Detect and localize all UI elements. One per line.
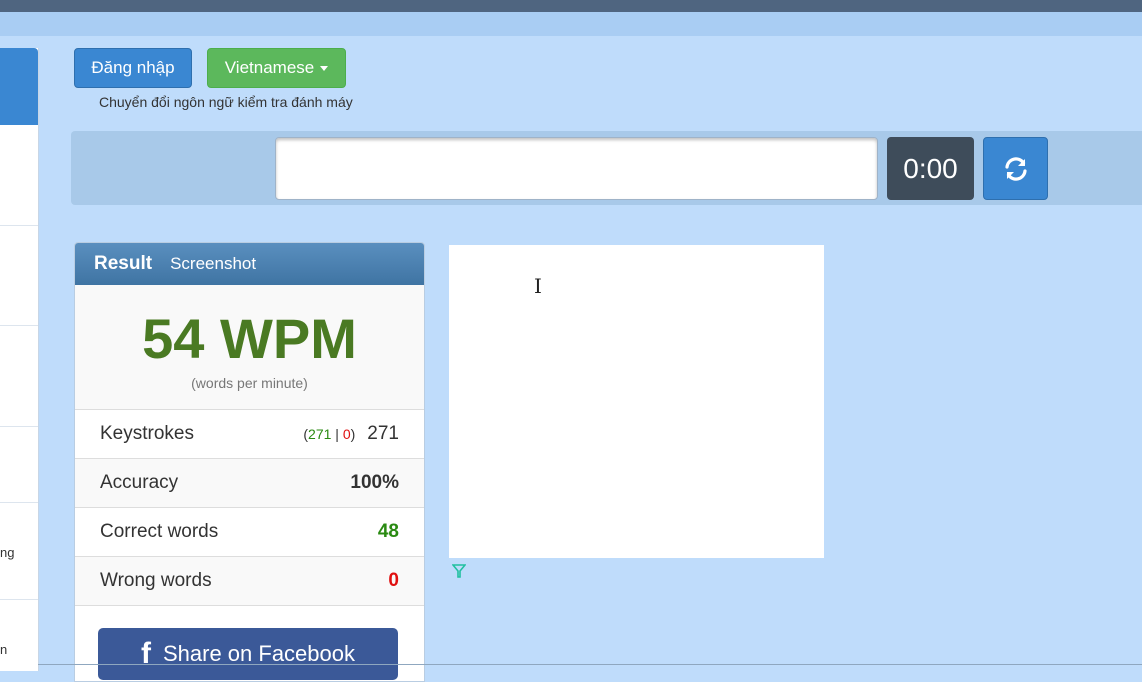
sidebar-divider (0, 325, 38, 326)
keystrokes-wrong: 0 (342, 426, 351, 442)
tab-screenshot[interactable]: Screenshot (170, 254, 256, 274)
tab-result[interactable]: Result (94, 253, 152, 275)
refresh-icon (1004, 156, 1027, 181)
ad-frame[interactable] (449, 245, 824, 558)
accuracy-row: Accuracy 100% (75, 459, 424, 508)
sidebar-text-fragment[interactable]: n (0, 642, 7, 657)
browser-top-bar (0, 0, 1142, 12)
keystrokes-row: Keystrokes (271 | 0) 271 (75, 410, 424, 459)
sidebar-divider (0, 599, 38, 600)
language-dropdown-button[interactable]: Vietnamese (207, 48, 346, 88)
wrong-words-label: Wrong words (100, 570, 212, 591)
caret-down-icon (320, 65, 329, 71)
keystrokes-total: 271 (367, 423, 399, 444)
text-cursor-icon: I (534, 274, 542, 298)
timer: 0:00 (887, 137, 974, 200)
bottom-divider (38, 664, 1142, 665)
wpm-box: 54 WPM (words per minute) (75, 285, 424, 410)
login-button[interactable]: Đăng nhập (74, 48, 192, 88)
typing-input[interactable] (275, 137, 878, 200)
keystrokes-values: (271 | 0) 271 (303, 423, 399, 445)
reload-button[interactable] (983, 137, 1048, 200)
keystrokes-correct: 271 (308, 426, 332, 442)
language-hint: Chuyển đổi ngôn ngữ kiểm tra đánh máy (99, 94, 353, 110)
ad-choices-icon[interactable] (452, 564, 466, 578)
top-strip (0, 12, 1142, 36)
correct-words-row: Correct words 48 (75, 508, 424, 557)
result-panel: Result Screenshot 54 WPM (words per minu… (74, 242, 425, 682)
keystrokes-label: Keystrokes (100, 423, 194, 444)
wrong-words-value: 0 (388, 570, 399, 591)
sidebar-divider (0, 426, 38, 427)
wpm-caption: (words per minute) (191, 375, 308, 391)
wrong-words-row: Wrong words 0 (75, 557, 424, 606)
sidebar-divider (0, 502, 38, 503)
left-sidebar: ng n (0, 48, 39, 671)
login-label: Đăng nhập (91, 58, 175, 77)
wpm-value: 54 WPM (142, 307, 357, 370)
keystrokes-detail: (271 | 0) (303, 426, 356, 442)
sidebar-divider (0, 225, 38, 226)
keystrokes-separator: | (335, 426, 339, 442)
share-facebook-button[interactable]: f Share on Facebook (98, 628, 398, 680)
accuracy-value: 100% (350, 472, 399, 493)
language-label: Vietnamese (224, 58, 315, 77)
sidebar-text-fragment[interactable]: ng (0, 545, 14, 560)
correct-words-label: Correct words (100, 521, 219, 542)
result-header: Result Screenshot (75, 243, 424, 285)
sidebar-header[interactable] (0, 48, 38, 125)
facebook-icon: f (140, 637, 151, 670)
accuracy-label: Accuracy (100, 472, 179, 493)
correct-words-value: 48 (377, 521, 399, 542)
